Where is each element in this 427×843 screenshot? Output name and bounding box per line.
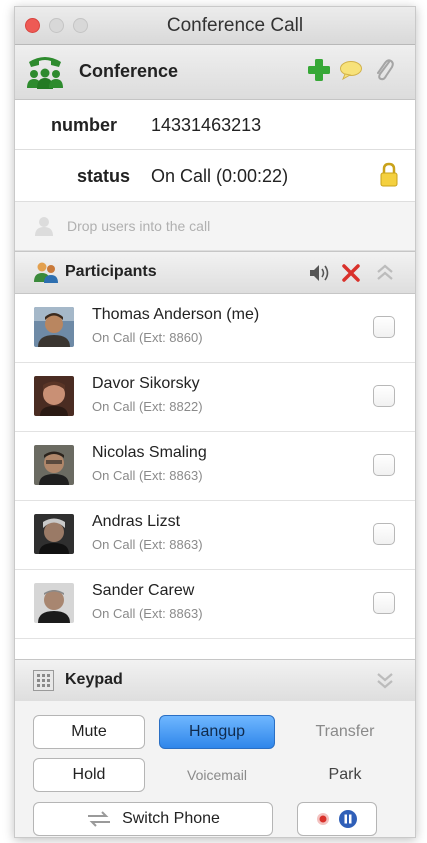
participant-status: On Call (Ext: 8822) (92, 399, 203, 414)
drop-users-zone[interactable]: Drop users into the call (15, 202, 415, 251)
conference-icon (23, 54, 67, 97)
participant-checkbox[interactable] (373, 454, 395, 476)
conference-header: Conference (15, 45, 415, 100)
avatar (34, 445, 74, 485)
record-controls[interactable] (297, 802, 377, 836)
keypad-header[interactable]: Keypad (15, 659, 415, 702)
paperclip-icon (377, 59, 394, 81)
participant-checkbox[interactable] (373, 523, 395, 545)
call-controls: Mute Hangup Transfer Hold Voicemail Park… (15, 701, 415, 837)
participants-icon (33, 260, 59, 289)
double-chevron-down-icon (377, 673, 393, 689)
keypad-icon (33, 670, 54, 696)
park-button[interactable]: Park (287, 758, 403, 792)
drop-users-hint: Drop users into the call (67, 218, 211, 234)
number-value: 14331463213 (151, 115, 262, 135)
participant-row[interactable]: Andras Lizst On Call (Ext: 8863) (15, 501, 415, 570)
transfer-button[interactable]: Transfer (287, 715, 403, 749)
delete-x-icon (342, 264, 360, 282)
participants-header: Participants (15, 251, 415, 294)
expand-keypad-button[interactable] (375, 670, 395, 695)
status-label: status (77, 166, 131, 186)
participant-checkbox[interactable] (373, 592, 395, 614)
lock-icon[interactable] (379, 162, 399, 193)
avatar (34, 583, 74, 623)
number-label: number (51, 115, 118, 135)
add-participant-button[interactable] (307, 58, 331, 87)
avatar (34, 514, 74, 554)
participant-row[interactable]: Thomas Anderson (me) On Call (Ext: 8860) (15, 294, 415, 363)
chat-bubble-icon (340, 61, 362, 81)
conference-call-window: Conference Call Conference number 143314… (14, 6, 416, 838)
window-title: Conference Call (166, 15, 304, 36)
collapse-participants-button[interactable] (375, 263, 395, 288)
chat-button[interactable] (339, 60, 363, 85)
record-icon[interactable] (316, 812, 330, 826)
participant-row[interactable]: Sander Carew On Call (Ext: 8863) (15, 570, 415, 639)
hangup-button[interactable]: Hangup (159, 715, 275, 749)
pause-icon[interactable] (338, 809, 358, 829)
voicemail-button[interactable]: Voicemail (159, 758, 275, 792)
add-icon (308, 59, 330, 81)
participant-name: Thomas Anderson (me) (92, 306, 260, 323)
participant-status: On Call (Ext: 8863) (92, 606, 203, 621)
keypad-title: Keypad (65, 671, 123, 688)
status-row: status On Call (0:00:22) (15, 150, 415, 202)
mute-all-button[interactable] (309, 264, 331, 287)
conference-title: Conference (79, 61, 179, 81)
participant-name: Andras Lizst (92, 513, 181, 530)
avatar (34, 376, 74, 416)
switch-phone-button[interactable]: Switch Phone (33, 802, 273, 836)
participant-row[interactable]: Davor Sikorsky On Call (Ext: 8822) (15, 363, 415, 432)
participant-checkbox[interactable] (373, 385, 395, 407)
participant-status: On Call (Ext: 8860) (92, 330, 203, 345)
participant-name: Sander Carew (92, 582, 195, 599)
participant-row[interactable]: Nicolas Smaling On Call (Ext: 8863) (15, 432, 415, 501)
hold-button[interactable]: Hold (33, 758, 145, 792)
participant-status: On Call (Ext: 8863) (92, 537, 203, 552)
participant-checkbox[interactable] (373, 316, 395, 338)
mute-button[interactable]: Mute (33, 715, 145, 749)
double-chevron-up-icon (377, 264, 393, 280)
switch-arrows-icon (88, 811, 111, 827)
switch-phone-label: Switch Phone (122, 810, 220, 827)
user-silhouette-icon (33, 216, 55, 241)
avatar (34, 307, 74, 347)
speaker-icon (310, 265, 329, 281)
number-row: number 14331463213 (15, 100, 415, 150)
participants-title: Participants (65, 263, 157, 280)
title-bar: Conference Call (15, 7, 415, 45)
participant-status: On Call (Ext: 8863) (92, 468, 203, 483)
status-value: On Call (0:00:22) (151, 166, 289, 186)
participant-name: Nicolas Smaling (92, 444, 207, 461)
attach-button[interactable] (373, 57, 395, 88)
participant-name: Davor Sikorsky (92, 375, 200, 392)
remove-participant-button[interactable] (342, 264, 360, 287)
